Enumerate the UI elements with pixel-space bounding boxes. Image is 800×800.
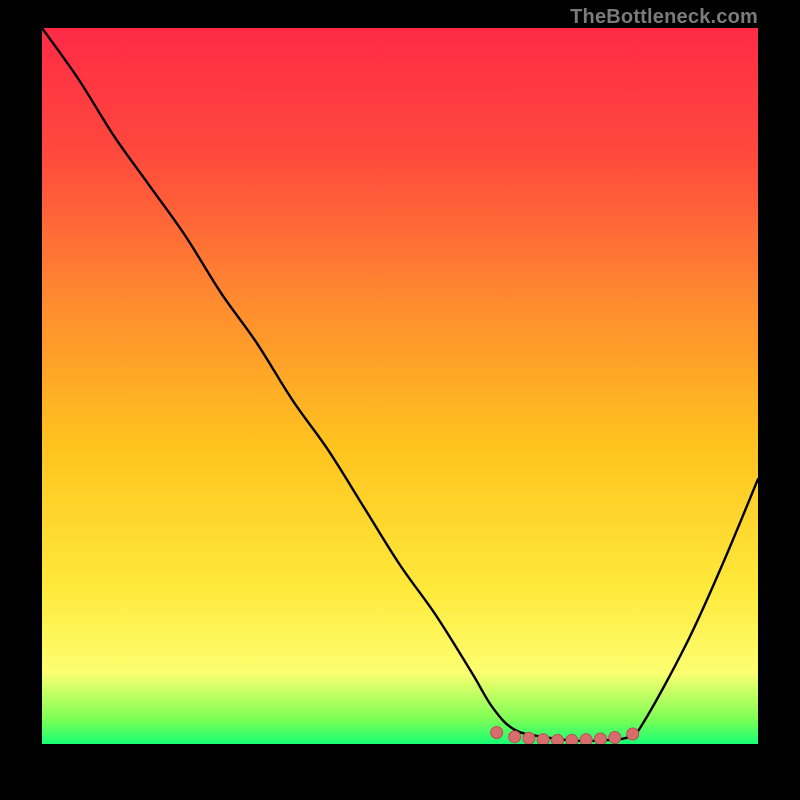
- bottom-marker: [609, 732, 621, 744]
- bottom-marker: [523, 732, 535, 744]
- bottom-marker: [580, 734, 592, 744]
- bottom-marker: [594, 733, 606, 744]
- bottom-marker: [509, 731, 521, 743]
- bottom-marker: [627, 728, 639, 740]
- plot-area: [42, 28, 758, 744]
- gradient-background: [42, 28, 758, 744]
- bottom-marker: [537, 734, 549, 744]
- chart-svg: [42, 28, 758, 744]
- bottom-marker: [552, 734, 564, 744]
- bottom-marker: [491, 727, 503, 739]
- bottom-marker: [566, 734, 578, 744]
- chart-stage: TheBottleneck.com: [0, 0, 800, 800]
- watermark-label: TheBottleneck.com: [570, 6, 758, 29]
